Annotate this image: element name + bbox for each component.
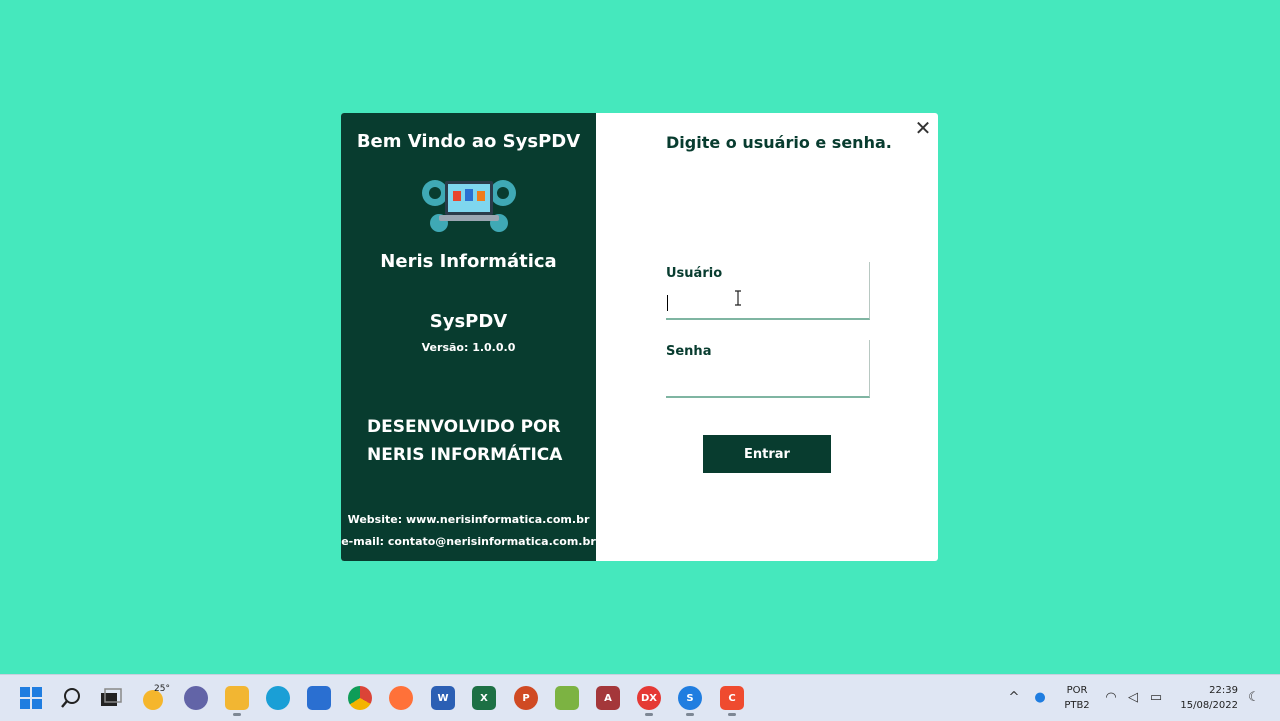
wifi-icon[interactable]: ◠ (1103, 690, 1119, 706)
start-icon[interactable] (20, 687, 42, 709)
store-icon[interactable] (307, 686, 331, 710)
enter-button[interactable]: Entrar (703, 435, 831, 473)
clock-date[interactable]: 15/08/2022 (1174, 700, 1238, 711)
website-label: Website: www.nerisinformatica.com.br (347, 513, 590, 526)
teams-chat-icon[interactable] (184, 686, 208, 710)
file-explorer-icon[interactable] (225, 686, 249, 710)
username-label: Usuário (666, 266, 723, 281)
app-name: SysPDV (429, 311, 508, 332)
password-label: Senha (666, 344, 712, 359)
app-s-icon[interactable]: S (678, 686, 702, 710)
language-top[interactable]: POR (1062, 685, 1092, 696)
chrome-icon[interactable] (348, 686, 372, 710)
edge-icon[interactable] (266, 686, 290, 710)
excel-icon[interactable]: X (472, 686, 496, 710)
version-label: Versão: 1.0.0.0 (421, 341, 516, 354)
task-view-icon[interactable] (100, 688, 122, 708)
weather-temp: 25° (154, 684, 170, 694)
password-field[interactable]: Senha (666, 340, 870, 398)
password-input[interactable] (666, 368, 862, 390)
username-input[interactable] (666, 290, 862, 312)
chevron-up-icon[interactable]: ^ (1006, 690, 1022, 706)
close-icon[interactable]: ✕ (912, 117, 934, 139)
running-indicator (686, 713, 694, 716)
side-panel: Bem Vindo ao SysPDV Neris Informática Sy… (341, 113, 596, 561)
running-indicator (645, 713, 653, 716)
logo-icon (422, 180, 516, 232)
powerpoint-icon[interactable]: P (514, 686, 538, 710)
access-icon[interactable]: A (596, 686, 620, 710)
login-window: Bem Vindo ao SysPDV Neris Informática Sy… (341, 113, 938, 561)
word-icon[interactable]: W (431, 686, 455, 710)
email-label: e-mail: contato@nerisinformatica.com.br (341, 535, 596, 548)
taskbar: 25° W X P A DX S C ^ ● POR PTB2 ◠ ◁ ▭ 22… (0, 674, 1280, 721)
project-icon[interactable] (555, 686, 579, 710)
text-cursor-icon (735, 290, 741, 306)
running-indicator (728, 713, 736, 716)
devexpress-icon[interactable]: DX (637, 686, 661, 710)
firefox-icon[interactable] (389, 686, 413, 710)
app-c-icon[interactable]: C (720, 686, 744, 710)
welcome-title: Bem Vindo ao SysPDV (356, 131, 581, 152)
username-field[interactable]: Usuário (666, 262, 870, 320)
battery-icon[interactable]: ▭ (1148, 690, 1164, 706)
notifications-icon[interactable]: ☾ (1246, 690, 1262, 706)
company-name: Neris Informática (380, 251, 557, 272)
language-bottom[interactable]: PTB2 (1062, 700, 1092, 711)
login-prompt: Digite o usuário e senha. (666, 133, 892, 152)
volume-icon[interactable]: ◁ (1125, 690, 1141, 706)
developed-by-label: DESENVOLVIDO POR NERIS INFORMÁTICA (367, 417, 563, 465)
microphone-icon[interactable]: ● (1032, 690, 1048, 706)
clock-time[interactable]: 22:39 (1198, 685, 1238, 696)
running-indicator (233, 713, 241, 716)
search-icon[interactable] (60, 687, 82, 709)
text-caret (667, 295, 668, 311)
